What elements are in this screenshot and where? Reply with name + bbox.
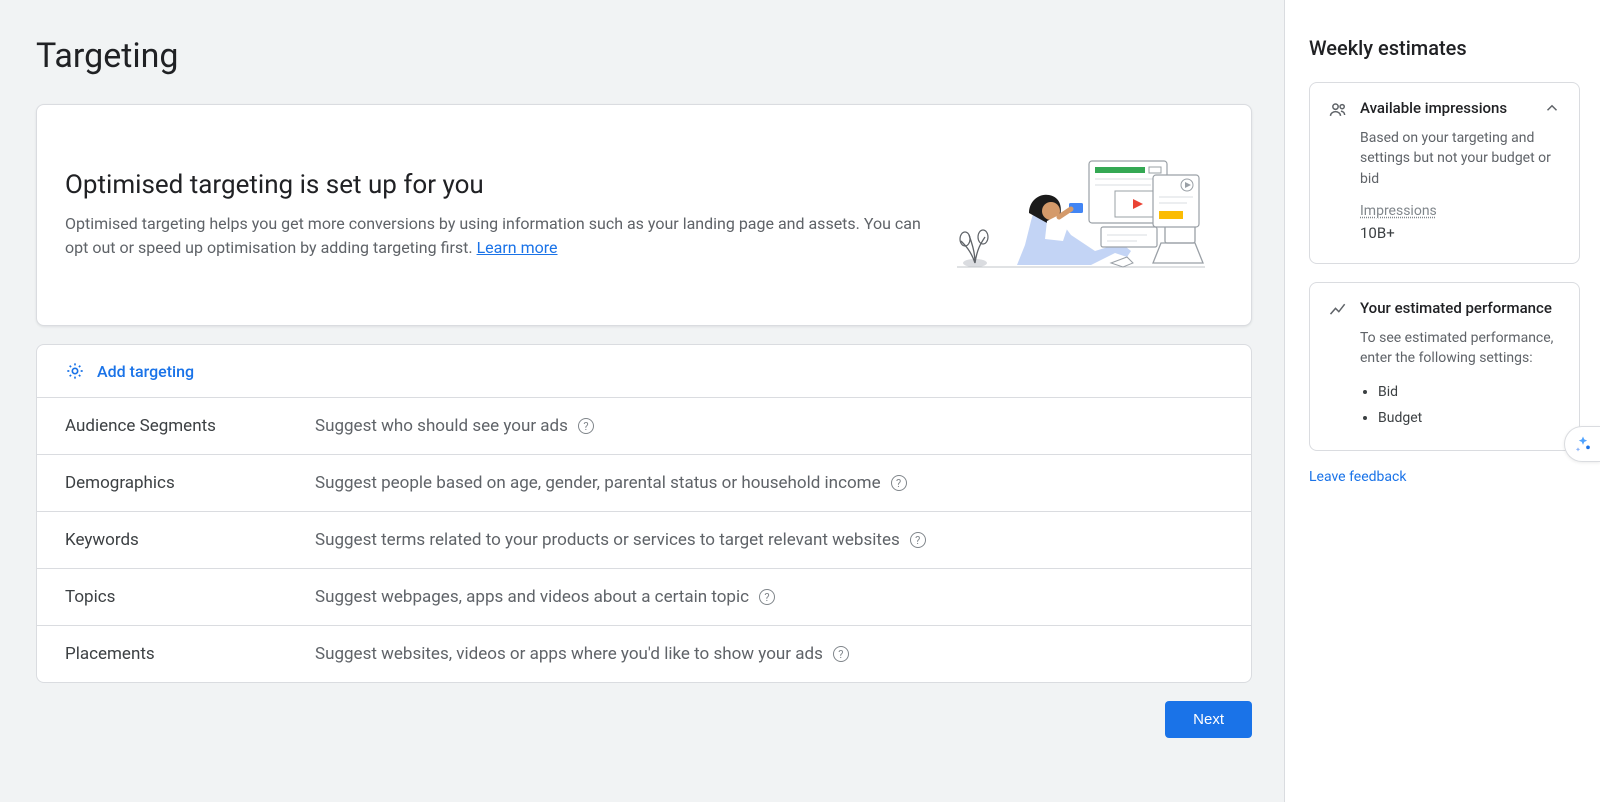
row-desc-text: Suggest websites, videos or apps where y… <box>315 644 823 664</box>
help-icon[interactable]: ? <box>759 589 775 605</box>
row-desc: Suggest webpages, apps and videos about … <box>315 587 775 607</box>
performance-title: Your estimated performance <box>1360 299 1561 317</box>
row-keywords[interactable]: Keywords Suggest terms related to your p… <box>36 512 1252 569</box>
performance-requirements: Bid Budget <box>1360 379 1561 432</box>
row-desc: Suggest terms related to your products o… <box>315 530 926 550</box>
row-desc-text: Suggest who should see your ads <box>315 416 568 436</box>
assistant-badge[interactable] <box>1564 426 1600 462</box>
row-label: Placements <box>65 644 295 664</box>
people-icon <box>1328 100 1348 120</box>
page-title: Targeting <box>36 36 1252 76</box>
row-desc-text: Suggest people based on age, gender, par… <box>315 473 881 493</box>
performance-desc: To see estimated performance, enter the … <box>1360 328 1561 369</box>
impressions-title: Available impressions <box>1360 99 1531 117</box>
optimised-targeting-card: Optimised targeting is set up for you Op… <box>36 104 1252 326</box>
help-icon[interactable]: ? <box>910 532 926 548</box>
performance-body: To see estimated performance, enter the … <box>1328 328 1561 432</box>
footer-actions: Next <box>36 701 1252 738</box>
chevron-up-icon <box>1543 99 1561 117</box>
list-item: Budget <box>1378 405 1561 432</box>
trend-icon <box>1328 300 1348 320</box>
row-desc: Suggest who should see your ads ? <box>315 416 594 436</box>
gear-icon <box>65 361 85 381</box>
row-label: Demographics <box>65 473 295 493</box>
sidebar-title: Weekly estimates <box>1309 36 1580 60</box>
leave-feedback-link[interactable]: Leave feedback <box>1309 469 1580 485</box>
performance-header[interactable]: Your estimated performance <box>1328 299 1561 320</box>
impressions-desc: Based on your targeting and settings but… <box>1360 128 1561 189</box>
impressions-label: Impressions <box>1360 201 1561 221</box>
row-desc-text: Suggest webpages, apps and videos about … <box>315 587 749 607</box>
next-button[interactable]: Next <box>1165 701 1252 738</box>
row-topics[interactable]: Topics Suggest webpages, apps and videos… <box>36 569 1252 626</box>
hero-text: Optimised targeting is set up for you Op… <box>65 170 931 260</box>
row-label: Keywords <box>65 530 295 550</box>
available-impressions-card: Available impressions Based on your targ… <box>1309 82 1580 264</box>
row-audience-segments[interactable]: Audience Segments Suggest who should see… <box>36 398 1252 455</box>
impressions-body: Based on your targeting and settings but… <box>1328 128 1561 245</box>
main-content: Targeting Optimised targeting is set up … <box>0 0 1284 802</box>
help-icon[interactable]: ? <box>578 418 594 434</box>
hero-description: Optimised targeting helps you get more c… <box>65 212 931 260</box>
help-icon[interactable]: ? <box>833 646 849 662</box>
row-label: Audience Segments <box>65 416 295 436</box>
weekly-estimates-sidebar: Weekly estimates Available impressions <box>1284 0 1600 802</box>
list-item: Bid <box>1378 379 1561 406</box>
estimated-performance-card: Your estimated performance To see estima… <box>1309 282 1580 451</box>
hero-title: Optimised targeting is set up for you <box>65 170 931 200</box>
learn-more-link[interactable]: Learn more <box>477 238 558 257</box>
help-icon[interactable]: ? <box>891 475 907 491</box>
row-desc: Suggest people based on age, gender, par… <box>315 473 907 493</box>
row-demographics[interactable]: Demographics Suggest people based on age… <box>36 455 1252 512</box>
impressions-value: 10B+ <box>1360 223 1561 245</box>
targeting-list: Add targeting Audience Segments Suggest … <box>36 344 1252 683</box>
row-desc: Suggest websites, videos or apps where y… <box>315 644 849 664</box>
row-placements[interactable]: Placements Suggest websites, videos or a… <box>36 626 1252 683</box>
hero-illustration <box>951 145 1211 285</box>
row-desc-text: Suggest terms related to your products o… <box>315 530 900 550</box>
row-label: Topics <box>65 587 295 607</box>
add-targeting-button[interactable]: Add targeting <box>36 344 1252 398</box>
add-targeting-label: Add targeting <box>97 362 194 381</box>
impressions-header[interactable]: Available impressions <box>1328 99 1561 120</box>
